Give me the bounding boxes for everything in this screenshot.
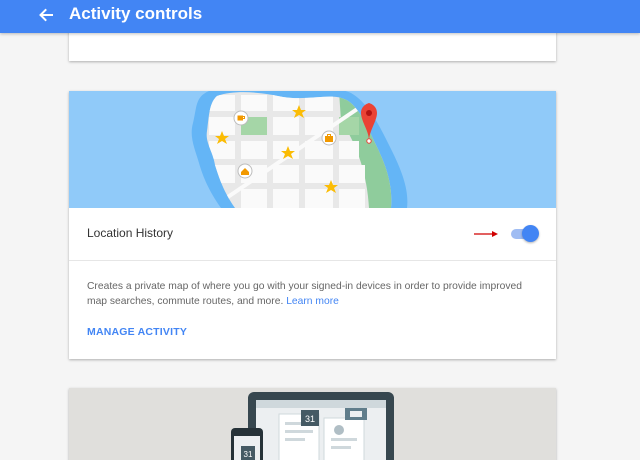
briefcase-icon: [321, 130, 337, 146]
app-bar: Activity controls: [0, 0, 640, 33]
back-button[interactable]: [36, 5, 56, 25]
device-information-card: 31 31: [69, 388, 556, 460]
arrow-back-icon: [39, 8, 53, 22]
devices-illustration: 31 31: [231, 392, 394, 460]
calendar-day-phone: 31: [244, 450, 253, 459]
location-history-card: Location History Creates a private map o…: [69, 91, 556, 359]
manage-activity-button[interactable]: MANAGE ACTIVITY: [87, 326, 187, 338]
description-text: Creates a private map of where you go wi…: [87, 279, 527, 309]
home-icon: [237, 163, 253, 179]
calendar-day-tablet: 31: [305, 414, 315, 424]
coffee-icon: [233, 110, 249, 126]
learn-more-link[interactable]: Learn more: [286, 296, 339, 307]
setting-label: Location History: [87, 226, 174, 240]
toggle-knob: [522, 225, 539, 242]
red-arrow-annotation: [474, 231, 498, 237]
map-illustration: [69, 91, 556, 208]
location-history-toggle[interactable]: [511, 225, 539, 243]
page-title: Activity controls: [69, 4, 203, 23]
